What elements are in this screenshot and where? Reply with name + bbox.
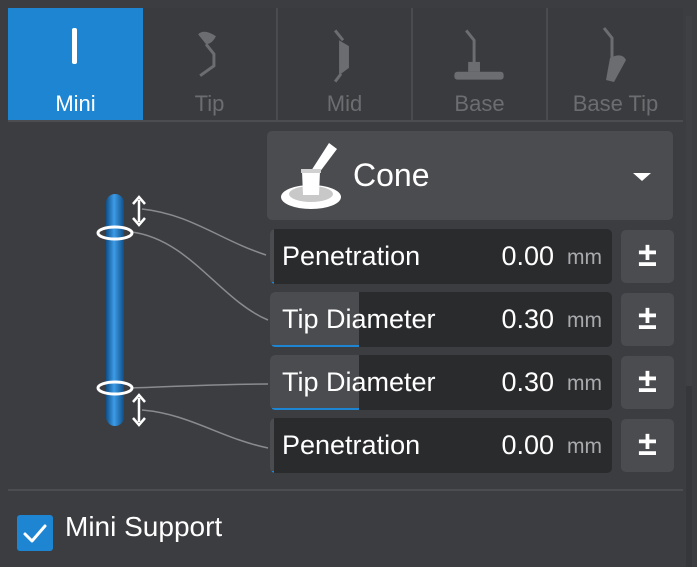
support-settings-panel: Mini Tip Mid Base Base Tip Cone Penetrat… (0, 0, 697, 567)
bottom-tip-diameter-field[interactable]: Tip Diameter 0.30 mm (270, 355, 612, 410)
base-icon (454, 29, 504, 80)
support-part-tabs: Mini Tip Mid Base Base Tip (8, 8, 683, 120)
top-tip-diameter-plus-minus-button[interactable]: ± (621, 293, 674, 346)
value-underline (272, 282, 274, 284)
tab-mini[interactable]: Mini (8, 8, 143, 120)
value-fill (270, 418, 274, 473)
top-penetration-field[interactable]: Penetration 0.00 mm (270, 229, 612, 284)
value-underline (272, 345, 359, 347)
checkmark-icon (23, 524, 47, 543)
base-tip-icon (602, 27, 626, 82)
plus-minus-icon: ± (638, 299, 657, 337)
top-penetration-arrow-icon (132, 195, 146, 227)
param-unit: mm (567, 435, 602, 458)
value-fill (270, 229, 274, 284)
param-unit: mm (567, 246, 602, 269)
mini-support-label[interactable]: Mini Support (65, 511, 222, 543)
param-value: 0.00 (501, 430, 554, 460)
tab-tip[interactable]: Tip (143, 8, 278, 120)
param-label: Tip Diameter (282, 304, 436, 334)
param-label: Tip Diameter (282, 367, 436, 397)
mini-support-checkbox[interactable] (17, 515, 53, 551)
tab-divider (8, 120, 683, 122)
cone-support-icon (281, 143, 341, 209)
top-tip-diameter-field[interactable]: Tip Diameter 0.30 mm (270, 292, 612, 347)
mid-icon (333, 29, 349, 83)
param-label: Penetration (282, 241, 421, 271)
plus-minus-icon: ± (638, 425, 657, 463)
tip-icon (198, 31, 216, 77)
tab-base-tip[interactable]: Base Tip (548, 8, 683, 120)
plus-minus-icon: ± (638, 362, 657, 400)
param-label: Penetration (282, 430, 421, 460)
tab-label: Mid (326, 91, 363, 116)
param-value: 0.00 (501, 241, 554, 271)
bottom-penetration-field[interactable]: Penetration 0.00 mm (270, 418, 612, 473)
param-value: 0.30 (501, 304, 554, 334)
panel-scrollbar[interactable] (683, 16, 695, 567)
plus-minus-icon: ± (638, 236, 657, 274)
param-unit: mm (567, 372, 602, 395)
tab-label: Tip (194, 91, 225, 116)
bottom-penetration-plus-minus-button[interactable]: ± (621, 419, 674, 472)
support-type-label: Cone (353, 157, 430, 193)
tab-label: Mini (55, 91, 96, 116)
bottom-tip-diameter-plus-minus-button[interactable]: ± (621, 356, 674, 409)
scrollbar-thumb[interactable] (686, 16, 692, 386)
tab-label: Base (454, 91, 505, 116)
tab-label: Base Tip (572, 91, 659, 116)
top-penetration-plus-minus-button[interactable]: ± (621, 230, 674, 283)
param-value: 0.30 (501, 367, 554, 397)
param-unit: mm (567, 309, 602, 332)
chevron-down-icon (633, 173, 651, 181)
value-underline (272, 408, 359, 410)
section-divider (8, 489, 683, 491)
tab-mid[interactable]: Mid (278, 8, 413, 120)
support-type-dropdown[interactable]: Cone (267, 131, 673, 220)
value-underline (272, 471, 274, 473)
mini-support-icon (72, 28, 77, 64)
tab-base[interactable]: Base (413, 8, 548, 120)
